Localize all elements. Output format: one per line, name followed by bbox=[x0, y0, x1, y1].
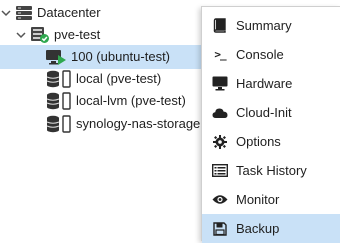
menu-item-label: Options bbox=[236, 134, 281, 149]
terminal-glyph: >_ bbox=[214, 48, 226, 61]
gear-icon bbox=[212, 134, 228, 150]
resource-tree: Datacenter pve-test 100 (ubuntu-test) lo… bbox=[0, 0, 210, 241]
tree-item-storage[interactable]: synology-nas-storage bbox=[0, 112, 210, 136]
storage-icon bbox=[46, 115, 72, 133]
server-icon bbox=[15, 5, 33, 21]
chevron-down-icon[interactable] bbox=[1, 8, 11, 18]
menu-item-label: Monitor bbox=[236, 192, 280, 207]
menu-item-hardware[interactable]: Hardware bbox=[202, 69, 340, 98]
tree-item-label: local (pve-test) bbox=[76, 71, 162, 86]
menu-item-label: Task History bbox=[236, 163, 307, 178]
menu-item-label: Hardware bbox=[236, 76, 293, 91]
storage-icon bbox=[46, 70, 72, 88]
tree-item-vm[interactable]: 100 (ubuntu-test) bbox=[0, 45, 210, 69]
menu-item-label: Backup bbox=[236, 221, 280, 236]
desktop-icon bbox=[212, 76, 228, 92]
menu-item-task-history[interactable]: Task History bbox=[202, 156, 340, 185]
terminal-icon: >_ bbox=[212, 47, 228, 63]
menu-item-cloud-init[interactable]: Cloud-Init bbox=[202, 98, 340, 127]
save-icon bbox=[212, 221, 228, 237]
tree-item-label: 100 (ubuntu-test) bbox=[71, 49, 171, 64]
tree-item-storage[interactable]: local-lvm (pve-test) bbox=[0, 89, 210, 113]
menu-item-label: Summary bbox=[236, 18, 292, 33]
storage-icon bbox=[46, 92, 72, 110]
chevron-down-icon[interactable] bbox=[16, 30, 26, 40]
cloud-icon bbox=[212, 105, 228, 121]
tree-item-storage[interactable]: local (pve-test) bbox=[0, 67, 210, 91]
menu-item-options[interactable]: Options bbox=[202, 127, 340, 156]
menu-item-label: Cloud-Init bbox=[236, 105, 292, 120]
tree-item-label: Datacenter bbox=[37, 5, 101, 20]
tree-item-datacenter[interactable]: Datacenter bbox=[0, 1, 210, 25]
menu-item-monitor[interactable]: Monitor bbox=[202, 185, 340, 214]
menu-item-summary[interactable]: Summary bbox=[202, 11, 340, 40]
vm-running-icon bbox=[45, 49, 67, 65]
tree-item-label: local-lvm (pve-test) bbox=[76, 93, 186, 108]
vm-menu: Summary >_ Console Hardware Cloud-Init O… bbox=[201, 6, 340, 243]
tree-item-label: pve-test bbox=[54, 27, 101, 42]
menu-item-backup[interactable]: Backup bbox=[202, 214, 340, 243]
menu-item-console[interactable]: >_ Console bbox=[202, 40, 340, 69]
book-icon bbox=[212, 18, 228, 34]
menu-item-label: Console bbox=[236, 47, 284, 62]
list-icon bbox=[212, 163, 228, 179]
node-online-icon bbox=[30, 26, 50, 44]
eye-icon bbox=[212, 192, 228, 208]
tree-item-label: synology-nas-storage bbox=[76, 116, 201, 131]
tree-item-node[interactable]: pve-test bbox=[0, 23, 210, 47]
